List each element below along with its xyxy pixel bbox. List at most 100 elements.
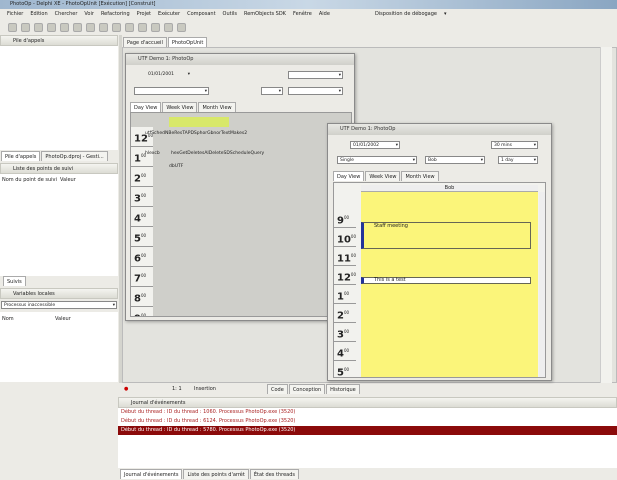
tab-month-view[interactable]: Month View [401, 171, 439, 181]
minute-text: 00 [343, 348, 350, 353]
tab-day-view[interactable]: Day View [130, 102, 162, 112]
layout-combo[interactable]: Disposition de débogage [375, 9, 437, 20]
hour-text: 10 [337, 234, 351, 246]
combo[interactable] [261, 87, 283, 95]
hour-text: 8 [134, 293, 141, 305]
col-header[interactable]: Valeur [60, 177, 76, 183]
menu-projet[interactable]: Projet [137, 9, 151, 20]
menu-executer[interactable]: Exécuter [158, 9, 180, 20]
scrollbar[interactable] [539, 192, 545, 377]
date-field[interactable]: 01/01/2002 [350, 141, 400, 149]
toggle-form-icon[interactable] [73, 22, 82, 32]
resource-combo[interactable]: Bob [425, 156, 485, 164]
toolbar [0, 20, 617, 34]
run-icon[interactable] [99, 22, 108, 32]
running-form[interactable]: UTF Demo 1: PhotoOp 01/01/2002 30 mins S… [327, 123, 552, 381]
forward-icon[interactable] [177, 22, 186, 32]
menu-voir[interactable]: Voir [84, 9, 94, 20]
hour-label: 100 [131, 147, 153, 167]
form-title: UTF Demo 1: PhotoOp [328, 124, 551, 135]
tab-week-view[interactable]: Week View [162, 102, 198, 112]
col-header[interactable]: Nom du point de suivi [2, 177, 57, 183]
menu-remobjects[interactable]: RemObjects SDK [244, 9, 286, 20]
log-line-selected[interactable]: Début du thread : ID du thread : 5780. P… [118, 426, 617, 435]
chevron-down-icon: ▾ [444, 11, 447, 17]
minute-text: 00 [350, 272, 357, 277]
save-all-icon[interactable] [60, 22, 69, 32]
unit-icon[interactable] [86, 22, 95, 32]
combo[interactable] [288, 87, 343, 95]
event-log[interactable]: Début du thread : ID du thread : 1060. P… [118, 408, 617, 468]
save-icon[interactable] [34, 22, 43, 32]
log-line[interactable]: Début du thread : ID du thread : 1060. P… [118, 408, 617, 417]
trace-into-icon[interactable] [151, 22, 160, 32]
interval-combo[interactable]: 30 mins [491, 141, 538, 149]
tab-unit[interactable]: PhotoOpUnit [167, 37, 208, 47]
schedule-area[interactable] [361, 192, 538, 377]
project-icon[interactable] [47, 22, 56, 32]
minute-text: 00 [140, 293, 147, 298]
hour-text: 3 [134, 193, 141, 205]
day-view-grid[interactable]: 1200100200300400500600700800900 utfSched… [130, 112, 352, 317]
process-combo[interactable]: Processus inaccessible [1, 301, 117, 309]
hour-label: 700 [131, 267, 153, 287]
tab-project-manager[interactable]: PhotoOp.dproj - Gesti... [41, 151, 108, 161]
hour-text: 2 [337, 310, 344, 322]
tab-design[interactable]: Conception [288, 384, 326, 394]
tab-event-log[interactable]: Journal d'événements [120, 469, 183, 479]
tab-month-view[interactable]: Month View [198, 102, 236, 112]
menu-fenetre[interactable]: Fenêtre [293, 9, 312, 20]
col-header[interactable]: Valeur [55, 316, 71, 322]
back-icon[interactable] [164, 22, 173, 32]
date-field[interactable]: 01/01/2001 [146, 71, 191, 79]
open-icon[interactable] [21, 22, 30, 32]
hour-label: 1200 [131, 127, 153, 147]
minute-text: 00 [343, 329, 350, 334]
menu-composant[interactable]: Composant [187, 9, 215, 20]
vertical-scrollbar[interactable] [600, 47, 612, 383]
minute-text: 00 [343, 291, 350, 296]
tab-day-view[interactable]: Day View [333, 171, 365, 181]
combo[interactable] [288, 71, 343, 79]
combo[interactable] [134, 87, 209, 95]
call-stack-list[interactable] [0, 46, 118, 150]
menu-outils[interactable]: Outils [223, 9, 237, 20]
tab-watches[interactable]: Suivis [3, 276, 26, 286]
menu-chercher[interactable]: Chercher [55, 9, 78, 20]
pause-icon[interactable] [112, 22, 121, 32]
tab-threads[interactable]: État des threads [249, 469, 299, 479]
tab-breakpoints[interactable]: Liste des points d'arrêt [183, 469, 249, 479]
day-view-grid[interactable]: Bob 900 1000 1100 1200 100 200 300 400 500 Staff… [333, 182, 546, 378]
tab-history[interactable]: Historique [326, 384, 360, 394]
design-form[interactable]: UTF Demo 1: PhotoOp 01/01/2001 Day ViewW… [125, 53, 355, 321]
minute-text: 00 [350, 253, 357, 258]
event-staff-meeting[interactable]: Staff meeting [361, 222, 531, 249]
log-line[interactable]: Début du thread : ID du thread : 6124. P… [118, 417, 617, 426]
step-over-icon[interactable] [138, 22, 147, 32]
record-icon[interactable]: ● [124, 384, 128, 394]
mode-combo[interactable]: Single [337, 156, 417, 164]
minute-text: 00 [140, 213, 147, 218]
new-icon[interactable] [8, 22, 17, 32]
event-test[interactable]: This is a test [361, 277, 531, 284]
menu-refactoring[interactable]: Refactoring [101, 9, 130, 20]
tab-call-stack[interactable]: Pile d'appels [1, 151, 41, 161]
panel-title: Pile d'appels [13, 38, 45, 44]
watch-list[interactable]: Nom du point de suivi Valeur [0, 174, 118, 276]
col-header[interactable]: Nom [2, 316, 14, 322]
tab-week-view[interactable]: Week View [365, 171, 401, 181]
tab-code[interactable]: Code [267, 384, 288, 394]
hour-label: 800 [131, 287, 153, 307]
tab-welcome[interactable]: Page d'accueil [123, 37, 167, 47]
minute-text: 00 [140, 273, 147, 278]
component-icons[interactable] [169, 117, 229, 127]
locals-list[interactable]: Nom Valeur [0, 312, 118, 382]
hour-label: 100 [334, 285, 356, 304]
menu-aide[interactable]: Aide [319, 9, 330, 20]
menu-edition[interactable]: Edition [30, 9, 47, 20]
cursor-position: 1: 1 [172, 386, 182, 392]
stop-icon[interactable] [125, 22, 134, 32]
menu-fichier[interactable]: Fichier [7, 9, 23, 20]
span-combo[interactable]: 1 day [498, 156, 538, 164]
hour-text: 2 [134, 173, 141, 185]
